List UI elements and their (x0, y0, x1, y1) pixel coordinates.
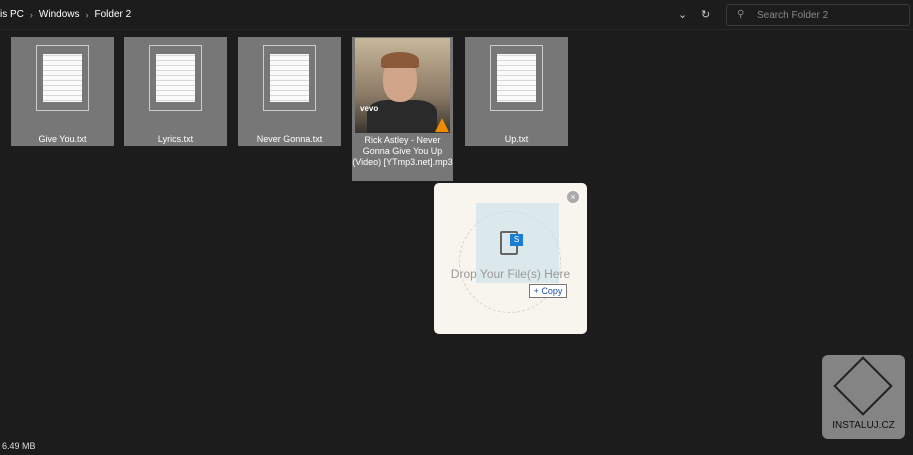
chevron-down-icon[interactable]: ⌄ (678, 8, 687, 21)
breadcrumb-this-pc[interactable]: is PC (0, 9, 24, 20)
refresh-icon[interactable]: ↻ (701, 8, 710, 21)
video-thumbnail: vevo (355, 38, 450, 133)
watermark-text: INSTALUJ.CZ (832, 420, 895, 431)
breadcrumb-folder-2[interactable]: Folder 2 (94, 9, 131, 20)
breadcrumb: is PC › Windows › Folder 2 (0, 9, 131, 20)
drop-zone[interactable]: × S Drop Your File(s) Here + Copy (434, 183, 587, 334)
file-name: Give You.txt (38, 134, 87, 144)
status-bar: 6.49 MB (0, 437, 913, 455)
copy-tooltip: + Copy (529, 284, 567, 298)
drop-text: Drop Your File(s) Here (450, 267, 571, 281)
chevron-right-icon: › (29, 9, 33, 20)
search-icon: ⚲ (737, 9, 745, 20)
file-item[interactable]: Never Gonna.txt (238, 37, 341, 146)
selection-size: 6.49 MB (2, 441, 36, 451)
text-file-icon (149, 45, 202, 111)
file-name: Up.txt (504, 134, 529, 144)
file-item[interactable]: Lyrics.txt (124, 37, 227, 146)
vevo-label: vevo (360, 104, 379, 113)
close-icon[interactable]: × (567, 191, 579, 203)
text-file-icon (36, 45, 89, 111)
file-name: Rick Astley - Never Gonna Give You Up (V… (352, 135, 453, 167)
search-input[interactable]: ⚲ Search Folder 2 (726, 4, 910, 26)
watermark-logo: INSTALUJ.CZ (822, 355, 905, 439)
file-name: Never Gonna.txt (256, 134, 323, 144)
text-file-icon (263, 45, 316, 111)
file-item-mp3[interactable]: vevo Rick Astley - Never Gonna Give You … (352, 37, 453, 181)
vlc-icon (435, 118, 449, 132)
file-name: Lyrics.txt (157, 134, 194, 144)
file-item[interactable]: Up.txt (465, 37, 568, 146)
chevron-right-icon: › (85, 9, 89, 20)
file-item[interactable]: Give You.txt (11, 37, 114, 146)
text-file-icon (490, 45, 543, 111)
address-bar: is PC › Windows › Folder 2 ⌄ ↻ ⚲ Search Fol… (0, 0, 913, 30)
breadcrumb-windows[interactable]: Windows (39, 9, 80, 20)
search-placeholder: Search Folder 2 (757, 10, 829, 21)
app-badge-icon: S (510, 234, 523, 246)
